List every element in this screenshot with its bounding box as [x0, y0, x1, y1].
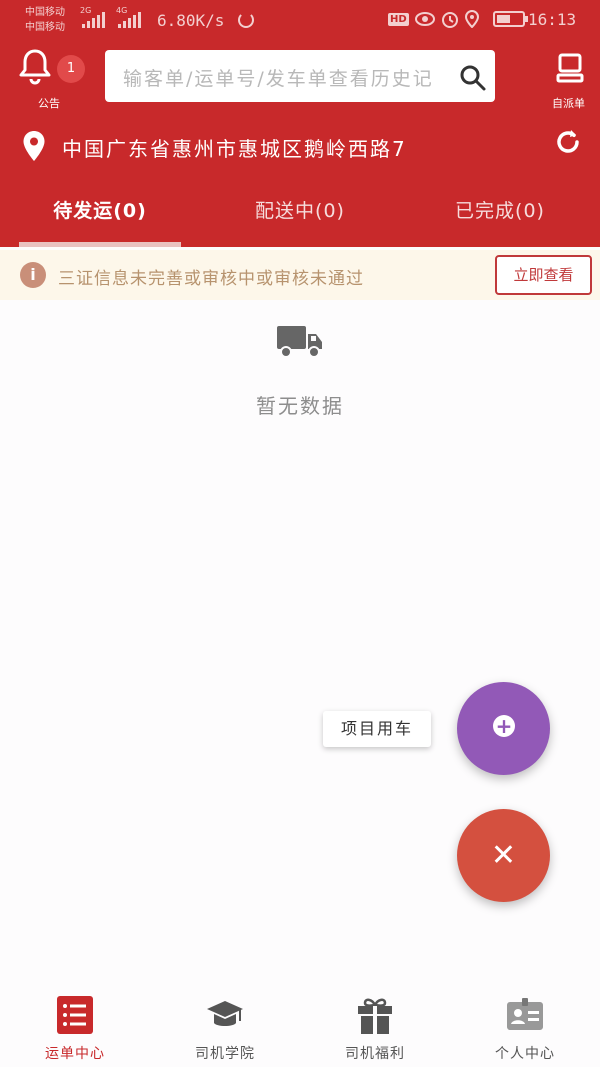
- nav-label: 司机学院: [195, 1046, 255, 1062]
- nav-driver-benefits[interactable]: 司机福利: [300, 985, 450, 1067]
- nav-waybill-center[interactable]: 运单中心: [0, 985, 150, 1067]
- notice-badge: 1: [57, 55, 85, 83]
- view-now-button[interactable]: 立即查看: [495, 255, 592, 295]
- computer-icon: [556, 53, 584, 83]
- graduation-cap-icon: [207, 1001, 243, 1026]
- app-header: 中国移动 中国移动 2G 4G 6.80K/s HD 16:13 1 公告 输客…: [0, 0, 600, 247]
- carrier-1: 中国移动: [25, 7, 65, 18]
- nav-label: 个人中心: [495, 1046, 555, 1062]
- nav-label: 运单中心: [45, 1046, 105, 1062]
- location-status-icon: [464, 10, 479, 28]
- list-icon: [57, 996, 93, 1034]
- nav-driver-academy[interactable]: 司机学院: [150, 985, 300, 1067]
- close-icon: ✕: [490, 838, 517, 873]
- hd-icon: HD: [388, 12, 409, 26]
- active-tab-indicator: [19, 242, 181, 247]
- status-time: 16:13: [528, 10, 577, 29]
- project-vehicle-label[interactable]: 项目用车: [323, 711, 431, 747]
- gift-icon: [358, 998, 392, 1034]
- close-fab[interactable]: ✕: [457, 809, 550, 902]
- alarm-icon: [441, 12, 458, 28]
- plus-icon: +: [493, 715, 515, 737]
- location-pin-icon: [23, 131, 45, 161]
- search-icon[interactable]: [459, 64, 487, 92]
- tab-pending[interactable]: 待发运(0): [0, 180, 200, 247]
- notice-label: 公告: [38, 97, 60, 110]
- info-icon: i: [20, 262, 46, 288]
- battery-icon: [492, 11, 528, 27]
- search-box[interactable]: 输客单/运单号/发车单查看历史记: [105, 50, 495, 102]
- notice-button[interactable]: [18, 48, 54, 88]
- signal-2g-icon: 2G: [80, 6, 105, 28]
- waybill-tabs: 待发运(0) 配送中(0) 已完成(0): [0, 180, 600, 247]
- carrier-2: 中国移动: [25, 22, 65, 33]
- status-icons: HD: [388, 10, 528, 28]
- dispatch-button[interactable]: [548, 53, 592, 87]
- dispatch-label: 自派单: [552, 97, 585, 110]
- current-address: 中国广东省惠州市惠城区鹅岭西路7: [62, 137, 407, 161]
- project-vehicle-fab[interactable]: +: [457, 682, 550, 775]
- refresh-icon[interactable]: [554, 128, 582, 156]
- status-bar: 中国移动 中国移动 2G 4G 6.80K/s HD 16:13: [0, 0, 600, 40]
- network-speed: 6.80K/s: [157, 11, 225, 30]
- carrier-info: 中国移动 中国移动: [25, 5, 65, 35]
- verification-notice-text: 三证信息未完善或审核中或审核未通过: [58, 269, 364, 289]
- truck-icon: [277, 326, 322, 358]
- id-card-icon: [507, 998, 543, 1030]
- tab-delivering[interactable]: 配送中(0): [200, 180, 400, 247]
- signal-4g-icon: 4G: [116, 6, 141, 28]
- verification-notice: i 三证信息未完善或审核中或审核未通过 立即查看: [0, 250, 600, 300]
- loading-icon: [238, 12, 254, 28]
- eye-icon: [414, 12, 435, 26]
- tab-completed[interactable]: 已完成(0): [400, 180, 600, 247]
- search-input[interactable]: 输客单/运单号/发车单查看历史记: [123, 64, 453, 91]
- bell-icon: [19, 49, 51, 85]
- empty-state-text: 暂无数据: [256, 394, 344, 418]
- nav-label: 司机福利: [345, 1046, 405, 1062]
- bottom-nav: 运单中心 司机学院 司机福利 个人中心: [0, 985, 600, 1067]
- nav-personal-center[interactable]: 个人中心: [450, 985, 600, 1067]
